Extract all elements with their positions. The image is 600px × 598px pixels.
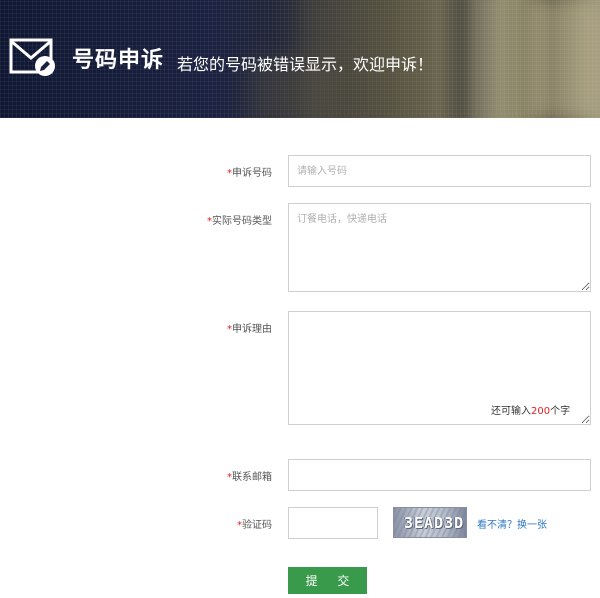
submit-button[interactable]: 提 交 <box>288 567 367 594</box>
number-type-label: *实际号码类型 <box>122 212 272 227</box>
banner-background-decor <box>528 0 598 118</box>
page-title: 号码申诉 <box>72 48 165 73</box>
char-counter-prefix: 还可输入 <box>491 406 531 417</box>
char-counter: 还可输入200个字 <box>491 402 570 417</box>
captcha-image[interactable]: 3EAD3D <box>393 507 467 538</box>
captcha-label-text: 验证码 <box>242 520 272 531</box>
number-type-label-text: 实际号码类型 <box>212 216 272 227</box>
captcha-label: *验证码 <box>122 516 272 531</box>
phone-label-text: 申诉号码 <box>232 168 272 179</box>
char-counter-suffix: 个字 <box>550 406 571 417</box>
captcha-input[interactable] <box>288 507 378 539</box>
header-banner: 号码申诉 若您的号码被错误显示，欢迎申诉！ <box>0 0 600 118</box>
email-input[interactable] <box>288 459 591 491</box>
phone-number-input[interactable] <box>288 155 591 187</box>
email-label-text: 联系邮箱 <box>232 472 272 483</box>
number-type-textarea[interactable] <box>288 203 591 292</box>
reason-label: *申诉理由 <box>122 320 272 335</box>
char-counter-value: 200 <box>531 406 551 417</box>
phone-label: *申诉号码 <box>122 164 272 179</box>
captcha-image-text: 3EAD3D <box>404 514 465 532</box>
captcha-refresh-link[interactable]: 看不清？换一张 <box>477 516 547 531</box>
email-label: *联系邮箱 <box>122 468 272 483</box>
mail-edit-icon <box>9 38 55 76</box>
page-subtitle: 若您的号码被错误显示，欢迎申诉！ <box>177 55 434 74</box>
reason-label-text: 申诉理由 <box>232 324 272 335</box>
banner-background-decor <box>470 0 510 118</box>
